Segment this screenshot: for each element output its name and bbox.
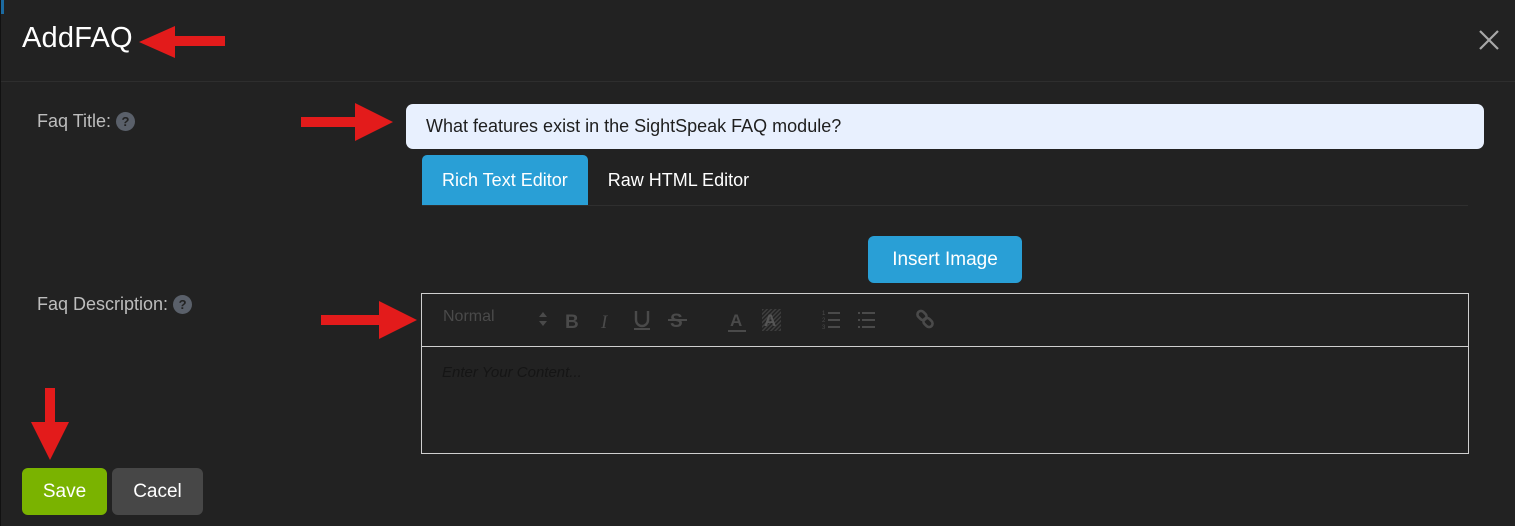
close-icon: [1479, 30, 1499, 50]
strikethrough-icon[interactable]: S: [667, 309, 689, 331]
faq-description-label: Faq Description:: [37, 294, 169, 314]
faq-title-label-group: Faq Title: ?: [37, 111, 136, 132]
modal-header: AddFAQ: [1, 0, 1515, 82]
svg-text:B: B: [565, 312, 579, 332]
editor-toolbar: Normal B I S A: [422, 294, 1468, 347]
text-color-icon[interactable]: A: [727, 309, 749, 335]
cancel-button[interactable]: Cacel: [112, 468, 203, 515]
ordered-list-icon[interactable]: 1 2 3: [822, 309, 844, 331]
close-button[interactable]: [1475, 26, 1503, 54]
faq-title-label: Faq Title:: [37, 111, 112, 131]
annotation-arrow-right-icon: [301, 103, 393, 141]
format-select-value: Normal: [443, 308, 495, 325]
tab-rich-text-editor[interactable]: Rich Text Editor: [422, 155, 588, 205]
italic-icon[interactable]: I: [597, 310, 617, 332]
link-icon[interactable]: [915, 309, 937, 331]
svg-text:A: A: [730, 311, 742, 330]
bold-icon[interactable]: B: [562, 310, 582, 332]
svg-text:A: A: [764, 311, 776, 330]
editor-tabs: Rich Text Editor Raw HTML Editor: [422, 155, 1468, 206]
svg-text:I: I: [600, 312, 609, 332]
annotation-arrow-left-icon: [139, 26, 225, 58]
tab-raw-html-editor[interactable]: Raw HTML Editor: [588, 155, 769, 205]
annotation-arrow-down-icon: [31, 388, 69, 460]
faq-description-label-group: Faq Description: ?: [37, 294, 193, 315]
svg-text:1: 1: [822, 311, 826, 317]
underline-icon[interactable]: [631, 308, 653, 332]
format-select[interactable]: Normal: [443, 308, 495, 326]
editor-content-area[interactable]: Enter Your Content...: [422, 347, 1468, 398]
add-faq-modal: AddFAQ Faq Title: ? Rich Text Editor Raw…: [0, 0, 1515, 526]
save-button[interactable]: Save: [22, 468, 107, 515]
svg-text:2: 2: [822, 318, 826, 324]
editor-placeholder: Enter Your Content...: [442, 364, 582, 381]
help-icon[interactable]: ?: [173, 295, 193, 314]
modal-title: AddFAQ: [22, 22, 133, 54]
background-color-icon[interactable]: A: [762, 309, 784, 335]
rich-text-editor: Normal B I S A: [421, 293, 1469, 454]
bullet-list-icon[interactable]: [857, 309, 879, 331]
help-icon[interactable]: ?: [116, 112, 136, 131]
format-select-arrows-icon: [539, 312, 547, 326]
faq-title-input[interactable]: [406, 104, 1484, 149]
svg-text:3: 3: [822, 325, 826, 331]
insert-image-button[interactable]: Insert Image: [868, 236, 1022, 283]
annotation-arrow-right-icon: [321, 301, 417, 339]
